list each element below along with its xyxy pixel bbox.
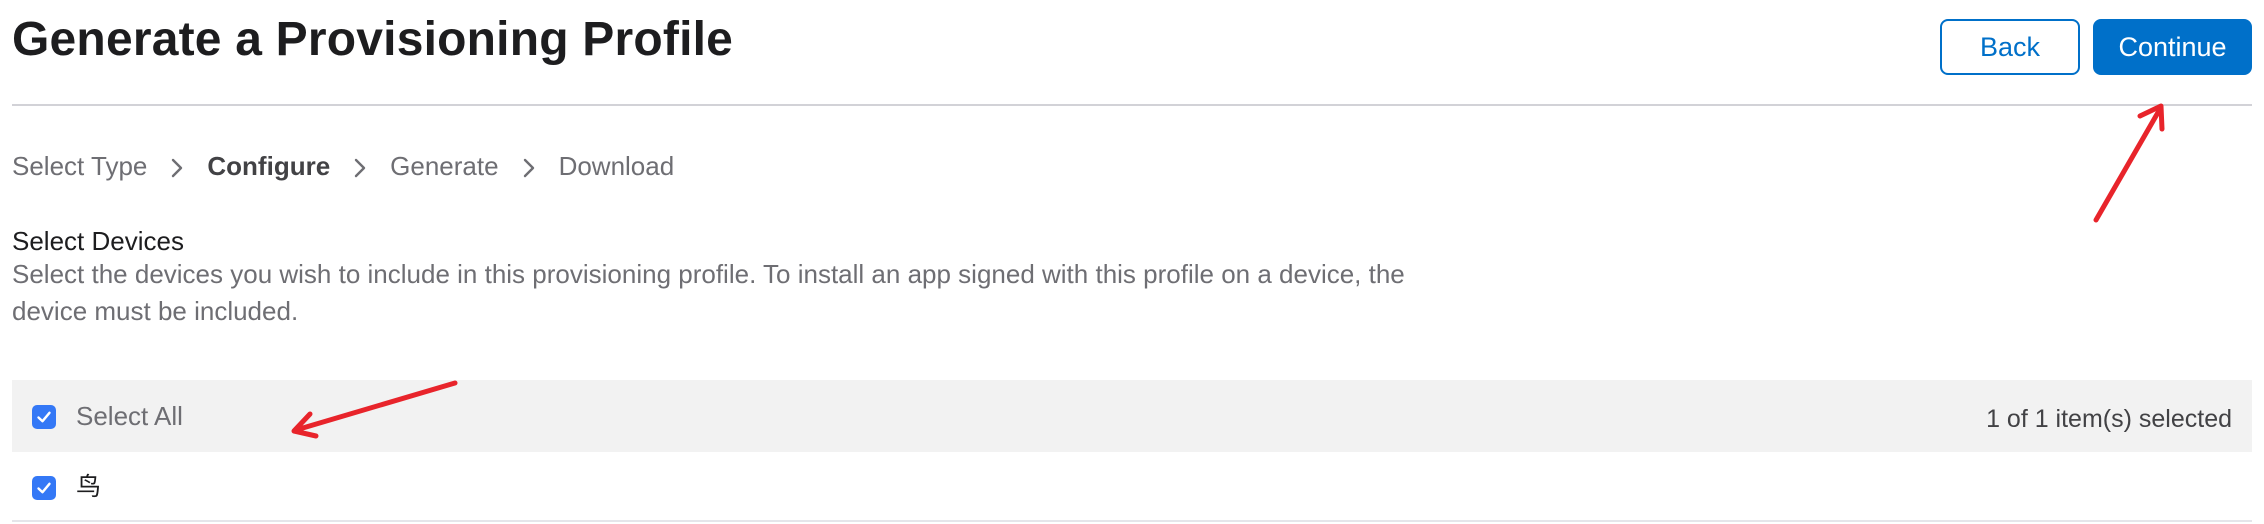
select-all-checkbox[interactable] (32, 405, 56, 429)
page-header: Generate a Provisioning Profile Back Con… (12, 0, 2252, 106)
breadcrumb-step-configure: Configure (207, 150, 331, 181)
device-name: 鸟 (76, 472, 102, 501)
device-table: Select All 1 of 1 item(s) selected 鸟 (12, 380, 2252, 522)
section-description: Select the devices you wish to include i… (12, 259, 1405, 326)
back-button[interactable]: Back (1940, 19, 2080, 75)
breadcrumb-step-select-type: Select Type (12, 150, 148, 181)
continue-button[interactable]: Continue (2093, 19, 2252, 75)
section-title: Select Devices (12, 226, 184, 256)
chevron-right-icon (147, 151, 207, 182)
table-row[interactable]: 鸟 (12, 452, 2252, 522)
select-all-label: Select All (76, 401, 183, 431)
device-checkbox[interactable] (32, 476, 56, 500)
selection-count: 1 of 1 item(s) selected (1986, 405, 2232, 433)
provisioning-profile-page: Generate a Provisioning Profile Back Con… (12, 0, 2252, 524)
breadcrumb: Select Type Configure Generate Download (12, 148, 674, 184)
page-title: Generate a Provisioning Profile (12, 13, 734, 66)
checkmark-icon (37, 482, 51, 494)
breadcrumb-step-generate: Generate (390, 150, 499, 181)
checkmark-icon (37, 411, 51, 423)
select-all-row[interactable]: Select All 1 of 1 item(s) selected (12, 380, 2252, 452)
breadcrumb-step-download: Download (558, 150, 675, 181)
chevron-right-icon (499, 151, 559, 182)
chevron-right-icon (330, 151, 390, 182)
